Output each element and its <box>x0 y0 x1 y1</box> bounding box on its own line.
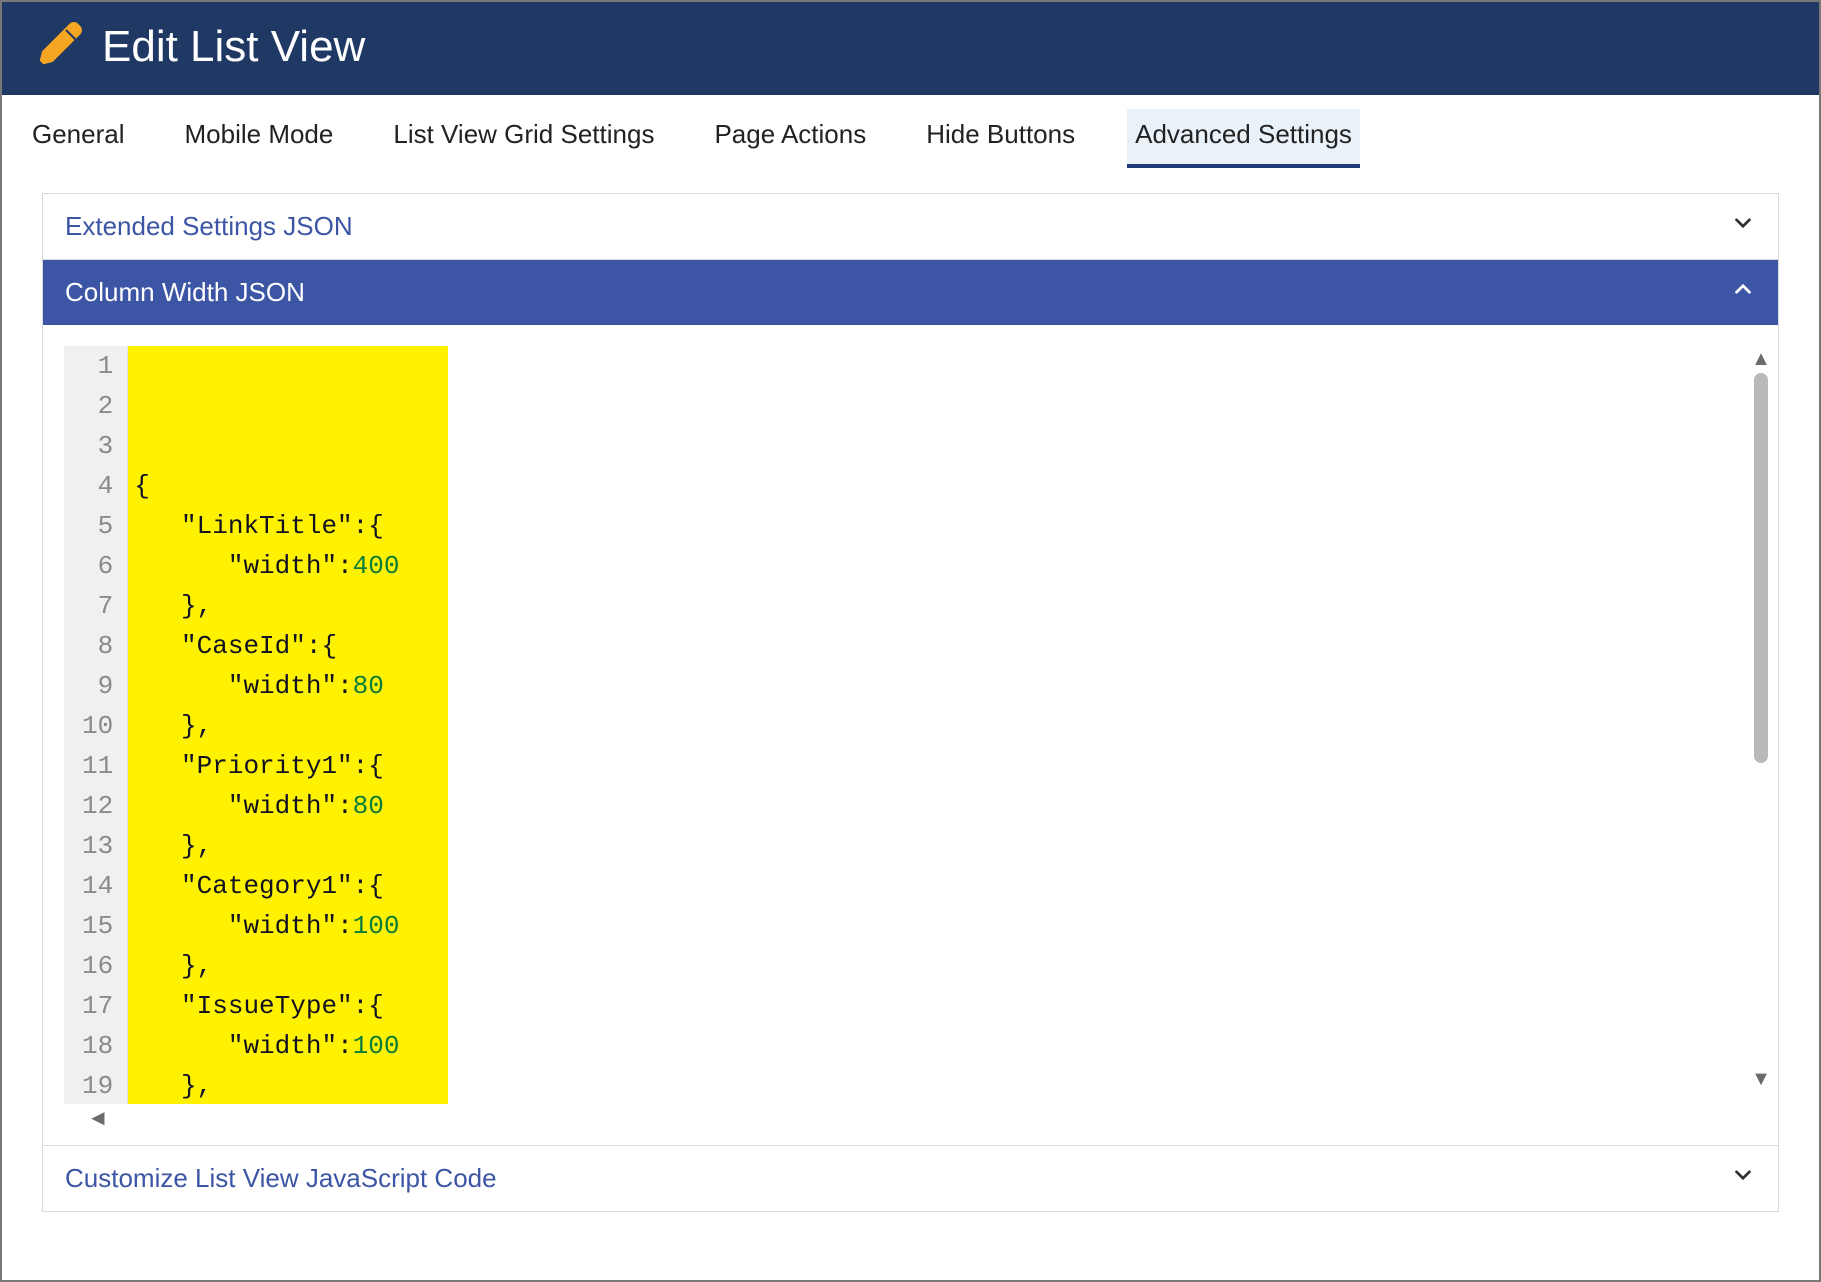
chevron-down-icon <box>1730 1162 1756 1195</box>
panel-customize-js: Customize List View JavaScript Code <box>42 1146 1779 1212</box>
panel-extended-settings: Extended Settings JSON <box>42 193 1779 260</box>
panel-colwidth-header[interactable]: Column Width JSON <box>43 260 1778 325</box>
panel-customize-header[interactable]: Customize List View JavaScript Code <box>43 1146 1778 1211</box>
tab-advanced[interactable]: Advanced Settings <box>1127 109 1360 168</box>
panel-column-width: Column Width JSON 1234567891011121314151… <box>42 260 1779 1146</box>
panel-colwidth-title: Column Width JSON <box>65 277 305 308</box>
page-title: Edit List View <box>102 22 365 72</box>
code-editor-wrap: 12345678910111213141516171819 { "LinkTit… <box>43 325 1778 1145</box>
panel-customize-title: Customize List View JavaScript Code <box>65 1163 497 1194</box>
tab-bar: General Mobile Mode List View Grid Setti… <box>2 95 1819 169</box>
scroll-left-arrow-icon[interactable]: ◄ <box>63 1105 1758 1137</box>
tab-grid[interactable]: List View Grid Settings <box>385 109 662 168</box>
tab-mobile[interactable]: Mobile Mode <box>177 109 342 168</box>
tab-actions[interactable]: Page Actions <box>706 109 874 168</box>
content-area: Extended Settings JSON Column Width JSON… <box>2 169 1819 1212</box>
editor-lines: { "LinkTitle":{ "width":400 }, "CaseId":… <box>128 466 1757 1105</box>
code-editor[interactable]: 12345678910111213141516171819 { "LinkTit… <box>63 345 1758 1105</box>
tab-general[interactable]: General <box>24 109 133 168</box>
chevron-up-icon <box>1730 276 1756 309</box>
page-header: Edit List View <box>2 2 1819 95</box>
panel-extended-title: Extended Settings JSON <box>65 211 353 242</box>
edit-icon <box>38 20 86 73</box>
tab-hide[interactable]: Hide Buttons <box>918 109 1083 168</box>
chevron-down-icon <box>1730 210 1756 243</box>
panel-extended-header[interactable]: Extended Settings JSON <box>43 194 1778 259</box>
editor-code-area[interactable]: { "LinkTitle":{ "width":400 }, "CaseId":… <box>128 346 1757 1104</box>
scroll-up-arrow-icon[interactable]: ▲ <box>1751 349 1771 369</box>
editor-gutter: 12345678910111213141516171819 <box>64 346 128 1104</box>
